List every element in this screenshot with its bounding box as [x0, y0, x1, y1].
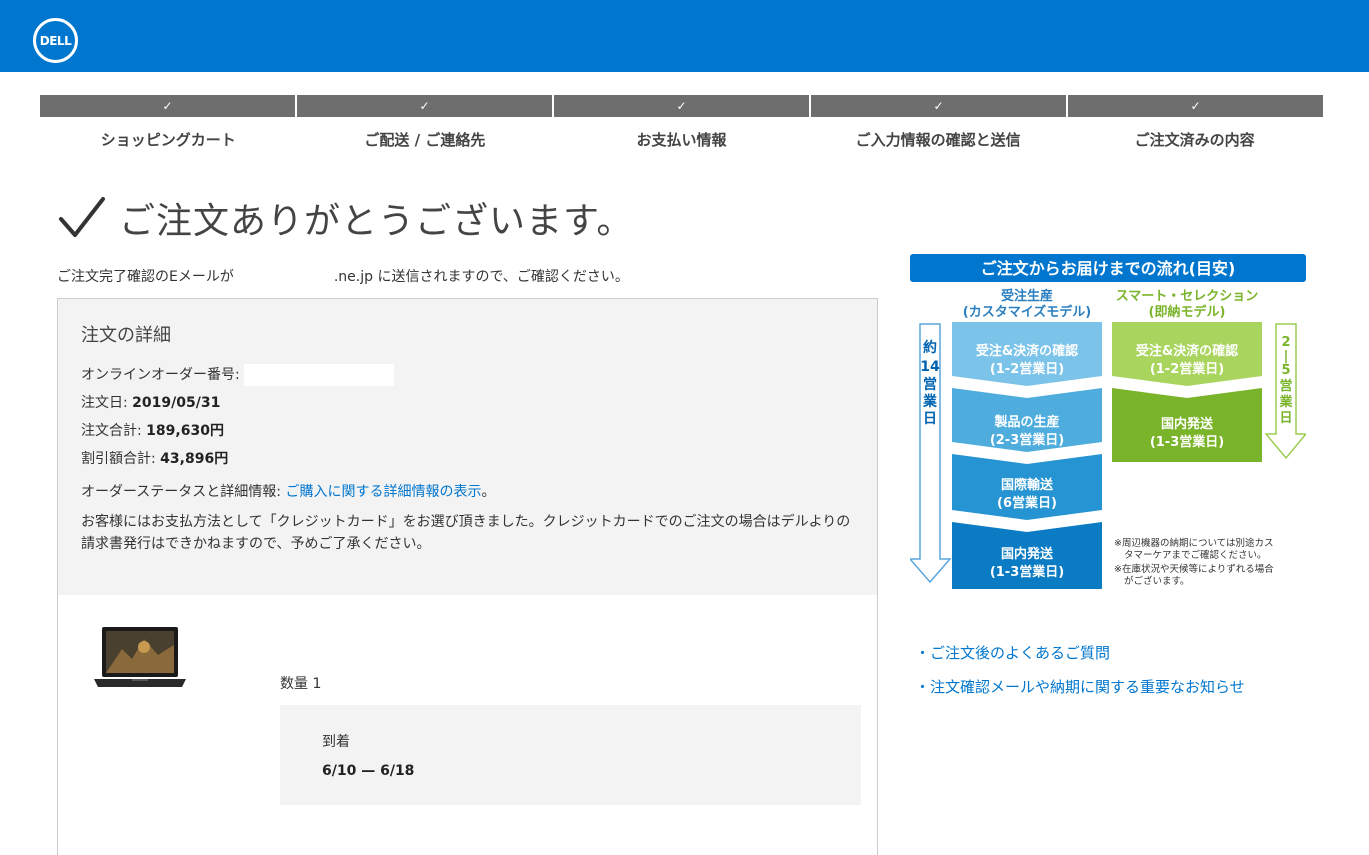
col1-title: 受注生産 [1001, 288, 1053, 304]
left-arrow-char: 業 [922, 393, 938, 410]
header-bar: DELL [0, 0, 1369, 72]
check-icon: ✓ [419, 99, 430, 113]
arrival-dates: 6/10 — 6/18 [322, 763, 415, 779]
laptop-product-image[interactable] [92, 625, 188, 689]
order-status-end: 。 [481, 484, 496, 500]
email-confirmation-text: ご注文完了確認のEメールが .ne.jp に送信されますので、ご確認ください。 [57, 266, 629, 286]
step-2-bar: ✓ [297, 95, 552, 117]
col2-subtitle: (即納モデル) [1149, 304, 1226, 320]
col1-step-1-days: (1-2営業日) [990, 361, 1064, 377]
order-date: 注文日: 2019/05/31 [81, 389, 854, 417]
checkmark-icon [59, 197, 105, 237]
flow-note-line: ※在庫状況や天候等によりずれる場合 [1114, 563, 1274, 575]
flow-note-line: がございます。 [1124, 575, 1190, 587]
important-notice-link[interactable]: ・注文確認メールや納期に関する重要なお知らせ [915, 670, 1245, 704]
col2-title: スマート・セレクション [1116, 289, 1259, 304]
step-label-complete: ご注文済みの内容 [1134, 131, 1255, 149]
step-label-payment: お支払い情報 [636, 131, 727, 149]
order-status: オーダーステータスと詳細情報: ご購入に関する詳細情報の表示。 [81, 481, 854, 503]
check-icon: ✓ [933, 99, 944, 113]
left-arrow-char: 約 [923, 339, 937, 356]
order-discount-label: 割引額合計: [81, 451, 156, 467]
col1-subtitle: (カスタマイズモデル) [963, 304, 1092, 320]
step-label-shipping: ご配送 / ご連絡先 [364, 131, 486, 149]
email-prefix: ご注文完了確認のEメールが [57, 269, 234, 285]
col1-step-3-name: 国際輸送 [1001, 477, 1054, 493]
order-discount: 割引額合計: 43,896円 [81, 445, 854, 473]
flow-note-line: ※周辺機器の納期については別途カス [1114, 537, 1274, 549]
step-label-cart: ショッピングカート [100, 131, 236, 149]
col1-step-1-name: 受注&決済の確認 [976, 343, 1078, 359]
col1-step-2-name: 製品の生産 [993, 414, 1059, 430]
purchase-details-link[interactable]: ご購入に関する詳細情報の表示 [285, 484, 481, 500]
page-title: ご注文ありがとうございます。 [119, 201, 634, 242]
step-5-bar: ✓ [1068, 95, 1323, 117]
left-arrow-char: 14 [920, 359, 940, 375]
checkout-stepper: ✓ ✓ ✓ ✓ ✓ ショッピングカート ご配送 / ご連絡先 お支払い情報 ご入… [40, 95, 1323, 150]
check-icon: ✓ [676, 99, 687, 113]
order-discount-value: 43,896円 [160, 451, 229, 467]
left-arrow-char: 日 [923, 411, 937, 427]
step-label-review: ご入力情報の確認と送信 [855, 131, 1021, 149]
help-links: ・ご注文後のよくあるご質問 ・注文確認メールや納期に関する重要なお知らせ [915, 636, 1245, 704]
col2-step-1-name: 受注&決済の確認 [1136, 343, 1238, 359]
online-order-number: オンラインオーダー番号: [81, 361, 854, 389]
flow-note-line: タマーケアまでご確認ください。 [1124, 549, 1267, 561]
dell-logo[interactable]: DELL [33, 18, 78, 63]
order-date-value: 2019/05/31 [132, 395, 221, 411]
item-quantity: 数量 1 [280, 676, 322, 692]
email-suffix: .ne.jp に送信されますので、ご確認ください。 [333, 269, 629, 285]
flow-title: ご注文からお届けまでの流れ(目安) [981, 259, 1236, 278]
confirmation-heading: ご注文ありがとうございます。 [57, 192, 633, 244]
step-1-bar: ✓ [40, 95, 295, 117]
right-arrow-char: 営 [1279, 378, 1292, 394]
payment-note: お客様にはお支払方法として「クレジットカード」をお選び頂きました。クレジットカー… [81, 514, 851, 552]
check-icon: ✓ [1190, 99, 1201, 113]
order-date-label: 注文日: [81, 395, 128, 411]
order-total-label: 注文合計: [81, 423, 142, 439]
delivery-flow-chart: ご注文からお届けまでの流れ(目安) 受注生産 (カスタマイズモデル) スマート・… [910, 254, 1306, 589]
step-3-bar: ✓ [554, 95, 809, 117]
faq-link[interactable]: ・ご注文後のよくあるご質問 [915, 636, 1245, 670]
right-arrow-char: 業 [1278, 394, 1293, 410]
order-status-label: オーダーステータスと詳細情報: [81, 484, 282, 500]
check-icon: ✓ [162, 99, 173, 113]
col1-step-3-days: (6営業日) [997, 495, 1057, 511]
col1-step-2-days: (2-3営業日) [990, 432, 1064, 448]
arrival-label: 到着 [322, 734, 350, 750]
col1-step-4-days: (1-3営業日) [990, 564, 1064, 580]
col2-step-2-days: (1-3営業日) [1150, 434, 1224, 450]
col1-step-4-name: 国内発送 [1001, 546, 1054, 562]
arrival-box: 到着 6/10 — 6/18 [280, 705, 861, 805]
right-arrow-char: 日 [1279, 411, 1292, 426]
right-arrow-char: 2 [1281, 335, 1290, 350]
order-total-value: 189,630円 [146, 423, 224, 439]
redacted-order-number [244, 364, 395, 386]
order-summary-box: 注文の詳細 オンラインオーダー番号: 注文日: 2019/05/31 注文合計:… [57, 298, 878, 855]
left-arrow-char: 営 [923, 376, 937, 393]
online-order-label: オンラインオーダー番号: [81, 367, 240, 383]
right-arrow-char: | [1284, 349, 1289, 364]
order-total: 注文合計: 189,630円 [81, 417, 854, 445]
col2-step-1-days: (1-2営業日) [1150, 361, 1224, 377]
step-4-bar: ✓ [811, 95, 1066, 117]
order-details-section: 注文の詳細 オンラインオーダー番号: 注文日: 2019/05/31 注文合計:… [58, 299, 877, 595]
right-arrow-char: 5 [1281, 363, 1290, 378]
col2-step-2-name: 国内発送 [1161, 416, 1214, 432]
product-section: 数量 1 到着 6/10 — 6/18 [58, 595, 877, 855]
order-details-title: 注文の詳細 [81, 325, 171, 346]
